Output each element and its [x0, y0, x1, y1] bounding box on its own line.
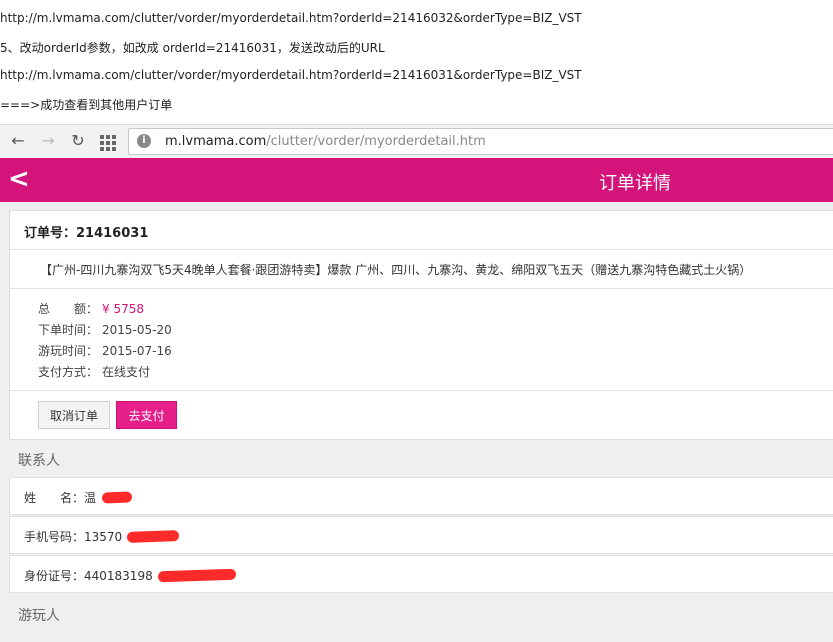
cancel-order-button[interactable]: 取消订单	[38, 401, 110, 429]
order-card: 订单号：21416031 【广州-四川九寨沟双飞5天4晚单人套餐·跟团游特卖】爆…	[9, 210, 833, 440]
total-label: 总 额：	[38, 302, 99, 316]
order-time-value: 2015-05-20	[102, 323, 172, 337]
back-arrow-icon[interactable]: ←	[8, 131, 28, 151]
redaction-mark	[101, 491, 133, 504]
contact-name-row: 姓 名：温	[9, 477, 833, 515]
app-header: < 订单详情	[0, 158, 833, 202]
order-number: 订单号：21416031	[24, 226, 149, 241]
product-title[interactable]: 【广州-四川九寨沟双飞5天4晚单人套餐·跟团游特卖】爆款 广州、四川、九寨沟、黄…	[40, 261, 751, 278]
divider	[10, 390, 833, 391]
note-url-modified: http://m.lvmama.com/clutter/vorder/myord…	[0, 68, 582, 82]
back-chevron-icon[interactable]: <	[8, 164, 30, 194]
order-time-label: 下单时间：	[38, 323, 99, 337]
contact-phone-label: 手机号码：13570	[24, 530, 123, 544]
contact-phone-row: 手机号码：13570	[9, 516, 833, 554]
apps-grid-icon[interactable]	[98, 131, 118, 151]
total-row: 总 额： ¥ 5758	[38, 300, 144, 317]
forward-arrow-icon[interactable]: →	[38, 131, 58, 151]
travel-time-row: 游玩时间： 2015-07-16	[38, 342, 172, 359]
url-host: m.lvmama.com	[165, 134, 267, 149]
contact-id-label: 身份证号：440183198	[24, 569, 153, 583]
pay-method-value: 在线支付	[102, 365, 151, 379]
pay-button[interactable]: 去支付	[116, 401, 177, 429]
info-icon[interactable]: i	[137, 134, 151, 148]
note-result: ===>成功查看到其他用户订单	[0, 98, 173, 112]
contact-name-label: 姓 名：温	[24, 491, 97, 505]
redaction-mark	[157, 568, 237, 583]
pay-method-label: 支付方式：	[38, 365, 99, 379]
traveler-section-title: 游玩人	[18, 608, 60, 624]
note-step-5: 5、改动orderId参数，如改成 orderId=21416031，发送改动后…	[0, 41, 385, 55]
redaction-mark	[126, 530, 180, 543]
travel-time-label: 游玩时间：	[38, 344, 99, 358]
divider	[10, 288, 833, 289]
divider	[10, 249, 833, 250]
pay-method-row: 支付方式： 在线支付	[38, 363, 150, 380]
reload-icon[interactable]: ↻	[68, 131, 88, 151]
browser-toolbar: ← → ↻ i m.lvmama.com/clutter/vorder/myor…	[0, 124, 833, 159]
travel-time-value: 2015-07-16	[102, 344, 172, 358]
url-path: /clutter/vorder/myorderdetail.htm	[266, 134, 486, 149]
contact-section-title: 联系人	[18, 453, 60, 469]
order-time-row: 下单时间： 2015-05-20	[38, 321, 172, 338]
total-value: ¥ 5758	[102, 302, 144, 316]
note-url-original: http://m.lvmama.com/clutter/vorder/myord…	[0, 11, 582, 25]
address-bar[interactable]: i m.lvmama.com/clutter/vorder/myorderdet…	[128, 128, 833, 155]
contact-id-row: 身份证号：440183198	[9, 555, 833, 593]
address-text: m.lvmama.com/clutter/vorder/myorderdetai…	[165, 134, 486, 149]
page-title: 订单详情	[599, 173, 671, 194]
